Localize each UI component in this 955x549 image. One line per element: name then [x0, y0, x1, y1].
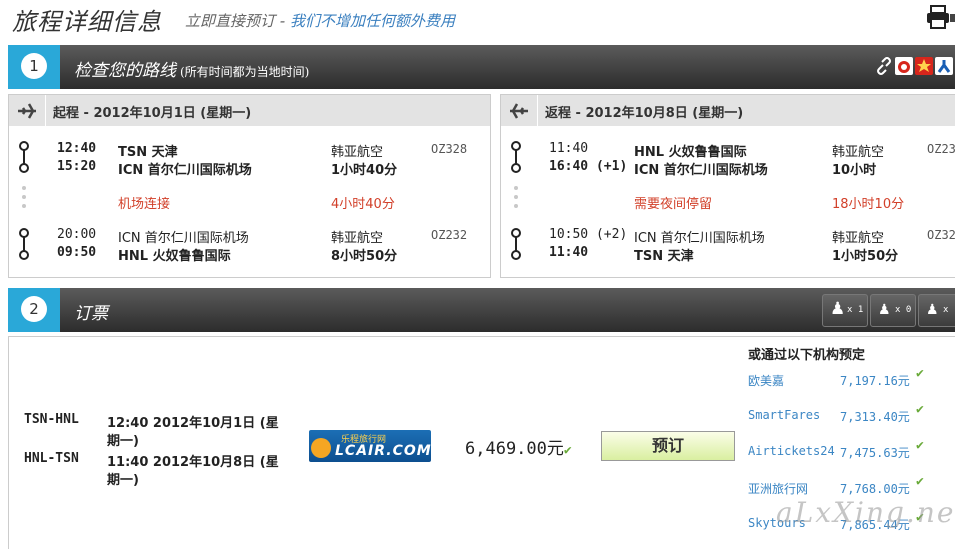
- arr-time: 16:40 (+1): [549, 159, 628, 174]
- connection-label: 需要夜间停留: [634, 197, 713, 212]
- check-icon: ✔: [916, 438, 924, 453]
- book-button[interactable]: 预订: [601, 431, 735, 461]
- adult-count-button[interactable]: ♟ x 1: [822, 294, 868, 327]
- best-price-value: 6,469.00元: [465, 439, 564, 459]
- leg-route: TSN-HNL: [24, 412, 79, 427]
- leg-date-line2: 期一): [107, 434, 139, 449]
- connection-time: 4小时40分: [331, 197, 395, 212]
- agency-name[interactable]: 亚洲旅行网: [748, 480, 808, 497]
- section-title: 检查您的路线 (所有时间都为当地时间): [74, 56, 309, 81]
- agencies-title: 或通过以下机构预定: [748, 348, 866, 363]
- segment-timeline-icon: [17, 140, 31, 178]
- dep-time: 12:40: [57, 141, 97, 156]
- step-number: 2: [21, 296, 47, 322]
- leg-date-line1: 12:40 2012年10月1日 (星: [107, 416, 279, 431]
- logo-text: LCAIR.COM: [335, 443, 431, 459]
- arr-time: 11:40: [549, 245, 589, 260]
- connection-time: 18小时10分: [832, 197, 905, 212]
- watermark: aLxXing.net: [776, 496, 955, 529]
- agency-name[interactable]: Airtickets24: [748, 444, 835, 458]
- agency-price[interactable]: 7,768.00元: [840, 480, 910, 497]
- share-icons: [875, 57, 955, 79]
- arr-time: 09:50: [57, 245, 97, 260]
- adult-icon: ♟: [830, 299, 846, 319]
- connection-dots: [514, 186, 518, 213]
- subtitle-highlight: 我们不增加任何额外费用: [289, 12, 455, 30]
- arr-time: 15:20: [57, 159, 97, 174]
- child-count-button[interactable]: ♟ x 0: [870, 294, 916, 327]
- flight-number: OZ328: [431, 142, 468, 156]
- renren-icon[interactable]: [935, 57, 953, 75]
- arr-airport: ICN 首尔仁川国际机场: [634, 163, 768, 178]
- page-subtitle: 立即直接预订 - 我们不增加任何额外费用: [185, 10, 455, 31]
- adult-count: x 1: [847, 305, 864, 315]
- check-icon: ✔: [916, 366, 924, 381]
- check-icon: ✔: [916, 474, 924, 489]
- airline: 韩亚航空: [331, 231, 384, 246]
- infant-icon: ♟: [926, 302, 939, 318]
- airline: 韩亚航空: [832, 231, 885, 246]
- arr-airport: HNL 火奴鲁鲁国际: [118, 249, 231, 264]
- flight-number: OZ32: [927, 228, 955, 242]
- agency-price[interactable]: 7,475.63元: [840, 444, 910, 461]
- agency-price[interactable]: 7,313.40元: [840, 408, 910, 425]
- infant-count: x: [943, 305, 949, 315]
- print-icon[interactable]: [924, 4, 955, 30]
- return-header: 返程 - 2012年10月8日 (星期一): [501, 95, 955, 126]
- outbound-title: 起程 - 2012年10月1日 (星期一): [53, 106, 252, 121]
- dep-time: 11:40: [549, 141, 589, 156]
- check-icon: ✔: [916, 402, 924, 417]
- section-title: 订票: [74, 304, 108, 324]
- child-count: x 0: [895, 305, 912, 315]
- arr-airport: TSN 天津: [634, 249, 694, 264]
- dep-airport: TSN 天津: [118, 145, 178, 160]
- section-title-text: 检查您的路线: [74, 61, 176, 81]
- step-number: 1: [21, 53, 47, 79]
- airline: 韩亚航空: [832, 145, 885, 160]
- duration: 1小时40分: [331, 163, 398, 178]
- return-plane-icon: [507, 99, 531, 123]
- connection-label: 机场连接: [118, 197, 171, 212]
- step-number-box: 1: [8, 45, 60, 89]
- section-note: (所有时间都为当地时间): [180, 65, 310, 79]
- dep-airport: HNL 火奴鲁鲁国际: [634, 145, 747, 160]
- dep-time: 10:50 (+2): [549, 227, 628, 242]
- arr-airport: ICN 首尔仁川国际机场: [118, 163, 252, 178]
- section-booking-bar: 2 订票 ♟ x 1 ♟ x 0 ♟ x: [8, 288, 955, 332]
- return-title: 返程 - 2012年10月8日 (星期一): [545, 106, 744, 121]
- duration: 8小时50分: [331, 249, 398, 264]
- agency-price[interactable]: 7,197.16元: [840, 372, 910, 389]
- leg-date-line1: 11:40 2012年10月8日 (星: [107, 455, 279, 470]
- segment-timeline-icon: [509, 140, 523, 178]
- connection-dots: [22, 186, 26, 213]
- best-price: 6,469.00元✔: [465, 434, 572, 459]
- duration: 1小时50分: [832, 249, 899, 264]
- lcair-logo[interactable]: 乐程旅行网 LCAIR.COM: [309, 430, 431, 462]
- subtitle-text: 立即直接预订 -: [185, 12, 290, 30]
- child-icon: ♟: [878, 302, 891, 318]
- qzone-icon[interactable]: [915, 57, 933, 75]
- check-icon: ✔: [563, 443, 572, 458]
- agency-name[interactable]: SmartFares: [748, 408, 820, 422]
- flight-number: OZ232: [431, 228, 468, 242]
- infant-count-button[interactable]: ♟ x: [918, 294, 955, 327]
- duration: 10小时: [832, 163, 877, 178]
- leg-route: HNL-TSN: [24, 451, 79, 466]
- leg-date-line2: 期一): [107, 473, 139, 488]
- outbound-header: 起程 - 2012年10月1日 (星期一): [9, 95, 490, 126]
- agency-name[interactable]: 欧美嘉: [748, 372, 784, 389]
- step-number-box: 2: [8, 288, 60, 332]
- dep-airport: ICN 首尔仁川国际机场: [634, 231, 765, 246]
- weibo-icon[interactable]: [895, 57, 913, 75]
- flight-number: OZ23: [927, 142, 955, 156]
- departure-plane-icon: [15, 99, 39, 123]
- link-icon[interactable]: [875, 57, 893, 75]
- section-route-bar: 1 检查您的路线 (所有时间都为当地时间): [8, 45, 955, 89]
- segment-timeline-icon: [509, 227, 523, 265]
- airline: 韩亚航空: [331, 145, 384, 160]
- page-title: 旅程详细信息: [12, 8, 162, 36]
- segment-timeline-icon: [17, 227, 31, 265]
- dep-time: 20:00: [57, 227, 97, 242]
- dep-airport: ICN 首尔仁川国际机场: [118, 231, 249, 246]
